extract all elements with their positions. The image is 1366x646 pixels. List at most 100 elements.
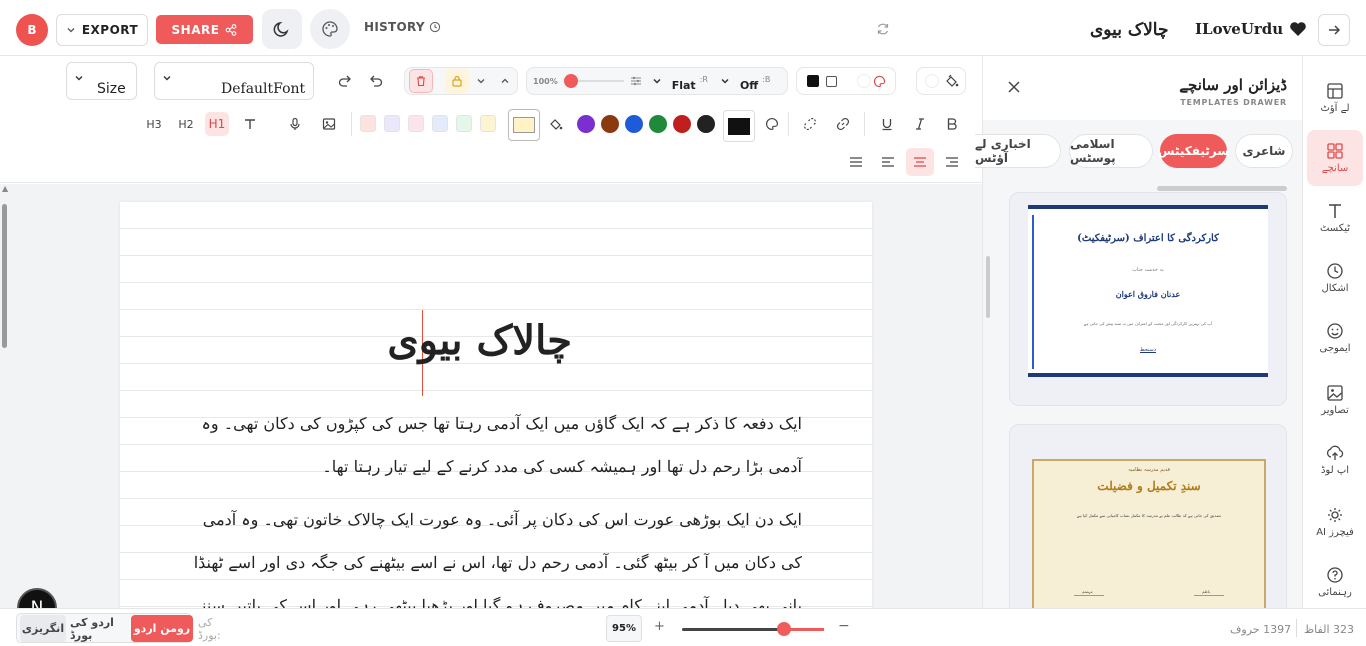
rail-templates[interactable]: سانچے — [1307, 130, 1363, 186]
heading-h2-button[interactable]: H2 — [174, 112, 198, 136]
drawer-scrollbar[interactable] — [986, 256, 990, 318]
rail-shapes[interactable]: اشکال — [1307, 250, 1363, 306]
paint-bucket-icon[interactable] — [945, 74, 959, 88]
align-right-button[interactable] — [940, 150, 964, 174]
transparent-swatch[interactable] — [857, 74, 871, 88]
bold-button[interactable] — [940, 112, 964, 136]
rail-ai-features[interactable]: AI فیچرز — [1307, 494, 1363, 550]
align-center-button[interactable] — [906, 148, 934, 176]
share-button[interactable]: SHARE — [156, 15, 253, 44]
paragraph[interactable]: ایک دفعہ کا ذکر ہے کہ ایک گاؤں میں ایک آ… — [182, 402, 802, 488]
align-justify-button[interactable] — [844, 150, 868, 174]
sliders-icon[interactable] — [630, 75, 642, 87]
lock-button[interactable] — [445, 69, 469, 93]
zoom-slider[interactable] — [682, 622, 824, 636]
rail-emoji[interactable]: ایموجی — [1307, 310, 1363, 366]
rail-images[interactable]: تصاویر — [1307, 372, 1363, 428]
palette-icon[interactable] — [873, 75, 886, 88]
exit-button[interactable] — [1318, 14, 1350, 46]
brand-logo[interactable]: ILoveUrdu — [1195, 20, 1307, 38]
align-left-button[interactable] — [876, 150, 900, 174]
zoom-out-button[interactable]: − — [838, 618, 850, 634]
history-button[interactable]: HISTORY — [364, 20, 441, 34]
tab-newspaper-layouts[interactable]: اخباری لے آؤٹس — [975, 134, 1061, 168]
keyboard-roman-urdu-button[interactable]: رومن اردو — [131, 615, 193, 642]
zoom-in-button[interactable]: + — [654, 619, 665, 634]
highlight-selected[interactable] — [508, 109, 540, 141]
color-picker-button[interactable] — [760, 112, 784, 136]
highlight-swatch[interactable] — [480, 115, 496, 132]
fill-bucket-button[interactable] — [544, 112, 568, 136]
font-size-select[interactable]: Size — [66, 62, 137, 100]
assistant-button[interactable]: N — [17, 588, 57, 608]
highlight-swatch[interactable] — [360, 115, 376, 132]
heading-h1-button[interactable]: H1 — [205, 112, 229, 136]
chevron-down-icon[interactable] — [720, 76, 730, 86]
editor-canvas[interactable]: ▲ چالاک بیوی ایک دفعہ کا ذکر ہے کہ ایک گ… — [0, 184, 982, 608]
scroll-up-icon[interactable]: ▲ — [2, 184, 8, 193]
move-up-button[interactable] — [493, 69, 517, 93]
dark-mode-toggle[interactable] — [262, 9, 302, 49]
highlight-swatch[interactable] — [432, 115, 448, 132]
background-swatch[interactable] — [925, 74, 939, 88]
text-color-swatch[interactable] — [697, 115, 715, 133]
user-avatar[interactable]: B — [16, 14, 48, 46]
highlight-swatch[interactable] — [408, 115, 424, 132]
zoom-slider-thumb[interactable] — [777, 622, 791, 636]
delete-button[interactable] — [409, 69, 433, 93]
shadow-label[interactable]: Off — [740, 79, 758, 92]
italic-button[interactable] — [908, 112, 932, 136]
text-color-swatch[interactable] — [649, 115, 667, 133]
zoom-level[interactable]: 95% — [606, 615, 642, 642]
rail-help[interactable]: رہنمائی — [1307, 554, 1363, 610]
ai-icon — [1326, 506, 1344, 524]
rail-upload[interactable]: اپ لوڈ — [1307, 432, 1363, 488]
tabs-scrollbar[interactable] — [1157, 186, 1287, 191]
shapes-icon — [1326, 262, 1344, 280]
paragraph[interactable]: ایک دن ایک بوڑھی عورت اس کی دکان پر آئی۔… — [182, 498, 802, 608]
fill-color-swatch[interactable] — [807, 75, 819, 87]
tab-islamic-posts[interactable]: اسلامی پوسٹس — [1069, 134, 1153, 168]
keyboard-urdu-button[interactable]: اردو کی بورڈ — [70, 615, 128, 642]
theme-button[interactable] — [310, 9, 350, 49]
chevron-down-icon[interactable] — [652, 76, 662, 86]
text-color-swatch[interactable] — [577, 115, 595, 133]
undo-button[interactable] — [364, 69, 388, 93]
share-icon — [225, 23, 237, 36]
stroke-color-swatch[interactable] — [826, 75, 837, 87]
slider-thumb[interactable] — [563, 74, 578, 88]
style-label[interactable]: Flat — [672, 79, 696, 92]
keyboard-english-button[interactable]: انگریزی — [20, 615, 66, 642]
tab-certificates[interactable]: سرٹیفکیٹس — [1158, 134, 1229, 168]
text-color-swatch[interactable] — [601, 115, 619, 133]
export-button[interactable]: EXPORT — [56, 14, 148, 46]
text-style-button[interactable] — [238, 112, 262, 136]
rail-text[interactable]: ٹیکسٹ — [1307, 190, 1363, 246]
template-card[interactable]: قدیم مدرسہ نظامیہ سندِ تکمیل و فضیلت تصد… — [1009, 424, 1287, 629]
document-page[interactable]: چالاک بیوی ایک دفعہ کا ذکر ہے کہ ایک گاؤ… — [120, 202, 872, 608]
unlink-button[interactable] — [798, 112, 822, 136]
vertical-scrollbar[interactable] — [2, 204, 7, 348]
insert-image-button[interactable] — [317, 112, 341, 136]
text-color-selected[interactable] — [723, 110, 755, 142]
document-heading[interactable]: چالاک بیوی — [387, 317, 572, 364]
template-card[interactable]: کارکردگی کا اعتراف (سرٹیفکیٹ) بہ خدمت جن… — [1009, 192, 1287, 406]
voice-input-button[interactable] — [283, 112, 307, 136]
highlight-swatch[interactable] — [456, 115, 472, 132]
move-down-button[interactable] — [469, 69, 493, 93]
link-button[interactable] — [831, 112, 855, 136]
tab-poetry[interactable]: شاعری — [1235, 134, 1293, 168]
close-drawer-button[interactable] — [1007, 80, 1021, 94]
opacity-value: 100% — [533, 76, 558, 86]
underline-button[interactable] — [875, 112, 899, 136]
heading-h3-button[interactable]: H3 — [142, 112, 166, 136]
text-color-swatch[interactable] — [673, 115, 691, 133]
font-family-select[interactable]: DefaultFont — [154, 62, 314, 100]
redo-button[interactable] — [333, 69, 357, 93]
document-title[interactable]: چالاک بیوی — [1090, 20, 1168, 40]
rail-layout[interactable]: لے آؤٹ — [1307, 70, 1363, 126]
text-color-swatch[interactable] — [625, 115, 643, 133]
opacity-slider[interactable] — [563, 74, 624, 88]
highlight-swatch[interactable] — [384, 115, 400, 132]
font-size-label: Size — [97, 81, 126, 97]
